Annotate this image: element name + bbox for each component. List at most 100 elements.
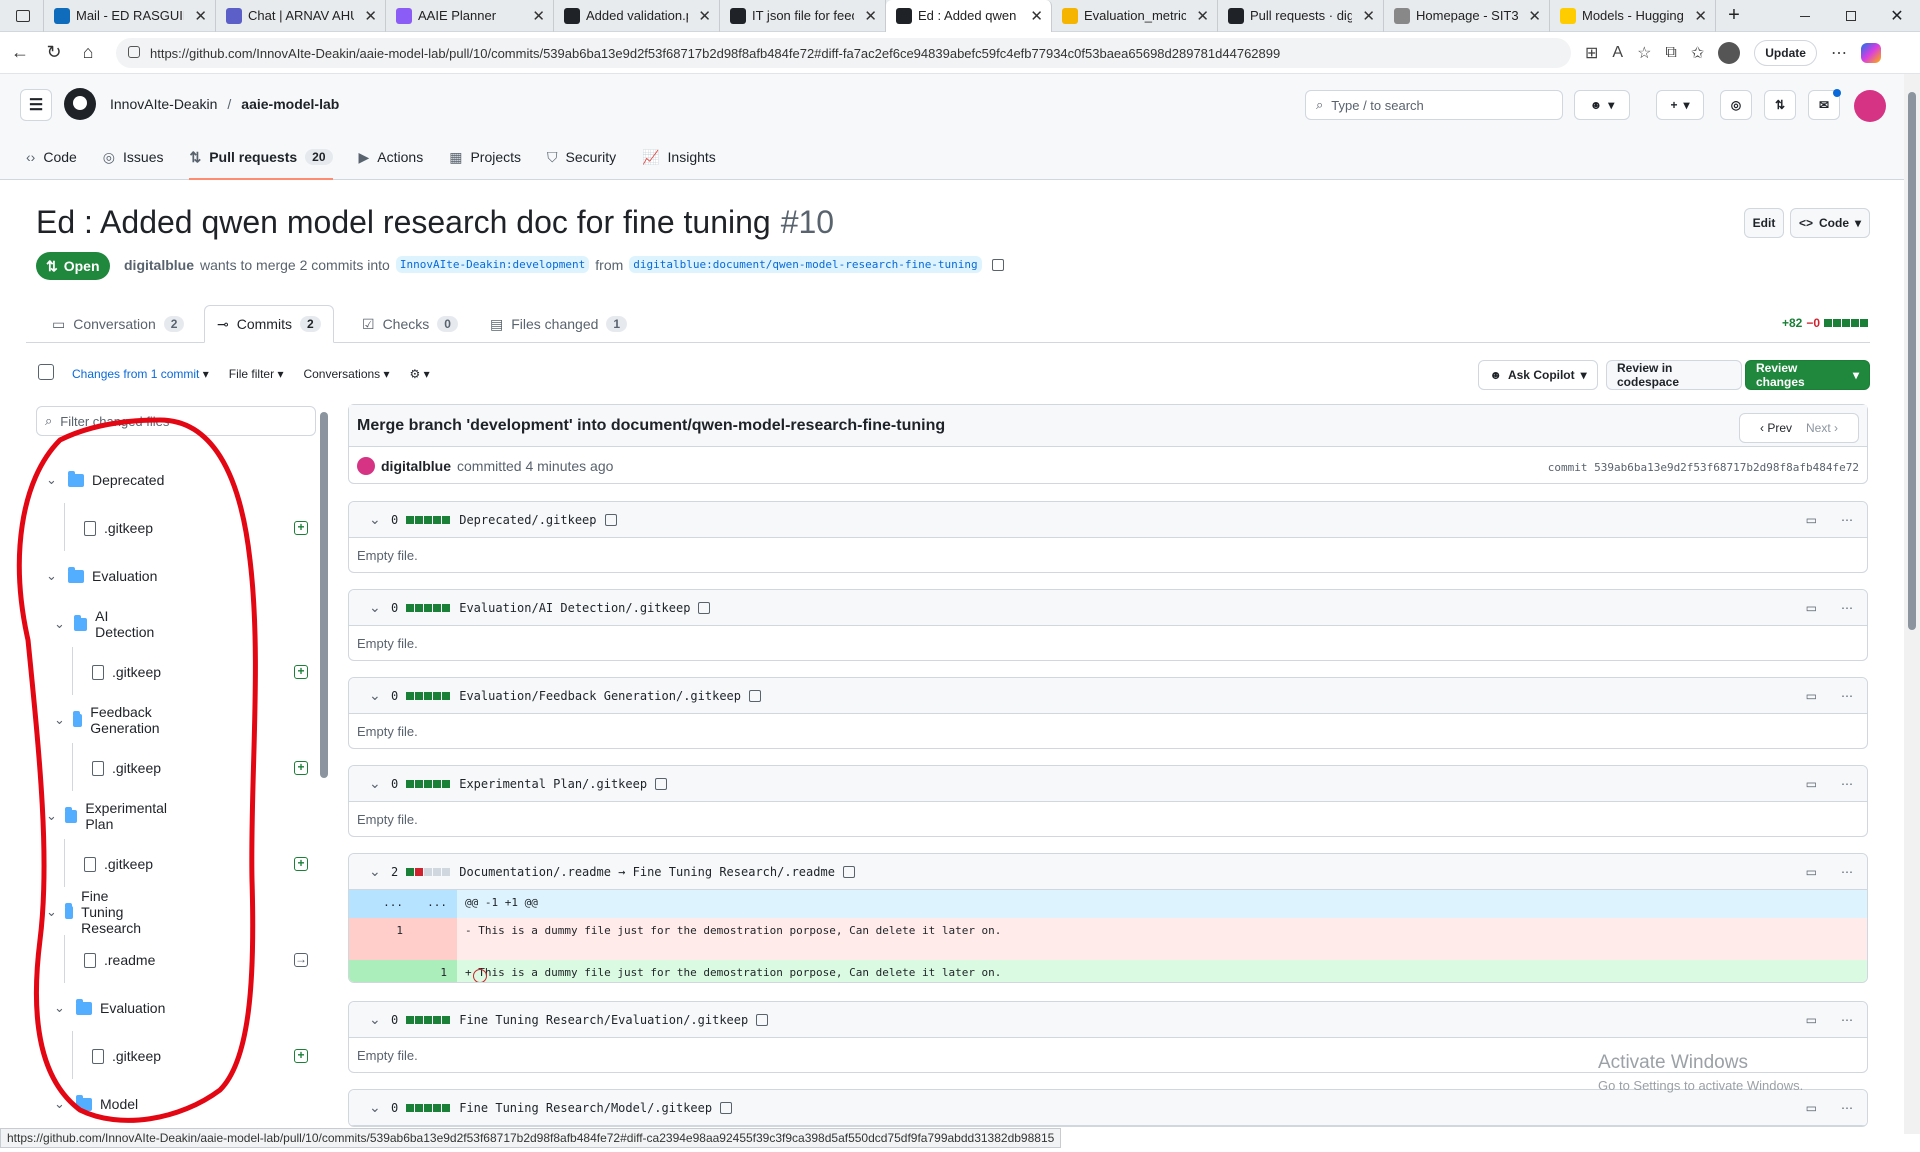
collapse-chevron-icon[interactable]: ⌄ <box>369 1011 383 1028</box>
browser-tab[interactable]: Added validation.py ✕ <box>554 0 720 32</box>
close-tab-icon[interactable]: ✕ <box>698 7 711 25</box>
reload-button[interactable]: ↻ <box>40 39 68 67</box>
comment-icon[interactable]: ▭ <box>1806 513 1817 527</box>
browser-tab[interactable]: Homepage - SIT37 ✕ <box>1384 0 1550 32</box>
close-tab-icon[interactable]: ✕ <box>1030 7 1043 25</box>
filter-files-input[interactable]: ⌕ Filter changed files <box>36 406 316 436</box>
code-dropdown-button[interactable]: <> Code ▾ <box>1790 208 1870 238</box>
diff-file-path[interactable]: Deprecated/.gitkeep <box>459 513 596 527</box>
favorites-icon[interactable]: ✩ <box>1691 43 1704 63</box>
copy-icon[interactable] <box>842 865 855 878</box>
comment-icon[interactable]: ▭ <box>1806 689 1817 703</box>
copy-icon[interactable] <box>749 689 761 702</box>
tree-file[interactable]: .gitkeep <box>84 515 153 541</box>
collapse-chevron-icon[interactable]: ⌄ <box>369 863 383 880</box>
comment-icon[interactable]: ▭ <box>1806 865 1817 879</box>
tab-actions-button[interactable] <box>0 0 44 32</box>
changes-from-dropdown[interactable]: Changes from 1 commit ▾ <box>72 367 209 381</box>
close-tab-icon[interactable]: ✕ <box>532 7 545 25</box>
review-changes-button[interactable]: Review changes ▾ <box>1745 360 1870 390</box>
repo-link[interactable]: aaie-model-lab <box>241 96 339 112</box>
review-in-codespace-button[interactable]: Review in codespace <box>1606 360 1742 390</box>
author-avatar[interactable] <box>357 457 375 475</box>
more-options-icon[interactable]: ⋯ <box>1841 689 1853 703</box>
browser-tab[interactable]: Mail - ED RASGUID ✕ <box>44 0 216 32</box>
tree-folder[interactable]: ⌄ Evaluation <box>54 995 165 1021</box>
commit-author[interactable]: digitalblue <box>381 458 451 474</box>
home-button[interactable]: ⌂ <box>74 39 102 67</box>
collapse-chevron-icon[interactable]: ⌄ <box>369 599 383 616</box>
extensions-icon[interactable]: ⧉ <box>1665 44 1676 62</box>
close-tab-icon[interactable]: ✕ <box>864 7 877 25</box>
comment-icon[interactable]: ▭ <box>1806 1013 1817 1027</box>
nav-code[interactable]: ‹› Code <box>26 134 77 180</box>
copy-icon[interactable] <box>756 1013 769 1026</box>
comment-icon[interactable]: ▭ <box>1806 601 1817 615</box>
github-logo-icon[interactable] <box>64 88 96 120</box>
close-tab-icon[interactable]: ✕ <box>1362 7 1375 25</box>
tree-file[interactable]: .readme <box>84 947 155 973</box>
back-button[interactable]: ← <box>6 39 34 67</box>
read-aloud-icon[interactable]: A <box>1612 44 1623 62</box>
tree-folder[interactable]: ⌄ Feedback Generation <box>54 704 169 736</box>
tree-file[interactable]: .gitkeep <box>84 851 153 877</box>
diff-file-path[interactable]: Fine Tuning Research/Model/.gitkeep <box>459 1101 712 1115</box>
create-new-button[interactable]: + ▾ <box>1656 90 1704 120</box>
diff-file-path[interactable]: Evaluation/Feedback Generation/.gitkeep <box>459 689 741 703</box>
head-branch[interactable]: digitalblue:document/qwen-model-research… <box>629 256 982 273</box>
close-tab-icon[interactable]: ✕ <box>364 7 377 25</box>
more-options-icon[interactable]: ⋯ <box>1841 513 1853 527</box>
diff-file-path[interactable]: Experimental Plan/.gitkeep <box>459 777 647 791</box>
copy-icon[interactable] <box>604 513 617 526</box>
collapse-chevron-icon[interactable]: ⌄ <box>369 775 383 792</box>
commit-sha[interactable]: commit 539ab6ba13e9d2f53f68717b2d98f8afb… <box>1548 461 1859 474</box>
tab-commits[interactable]: ⊸ Commits 2 <box>204 305 334 343</box>
browser-tab[interactable]: IT json file for feedb ✕ <box>720 0 886 32</box>
copilot-icon[interactable] <box>1860 43 1881 63</box>
update-button[interactable]: Update <box>1754 40 1817 66</box>
restore-button[interactable] <box>1828 0 1874 32</box>
tree-folder[interactable]: ⌄ Evaluation <box>46 563 157 589</box>
browser-tab[interactable]: Pull requests · digit ✕ <box>1218 0 1384 32</box>
diff-file-path[interactable]: Fine Tuning Research/Evaluation/.gitkeep <box>459 1013 748 1027</box>
collapse-chevron-icon[interactable]: ⌄ <box>369 687 383 704</box>
close-tab-icon[interactable]: ✕ <box>1196 7 1209 25</box>
comment-icon[interactable]: ▭ <box>1806 777 1817 791</box>
tree-file[interactable]: .gitkeep <box>92 755 161 781</box>
toggle-tree-icon[interactable] <box>38 364 54 380</box>
issues-button[interactable]: ◎ <box>1720 90 1752 120</box>
comment-icon[interactable]: ▭ <box>1806 1101 1817 1115</box>
collapse-chevron-icon[interactable]: ⌄ <box>369 1099 383 1116</box>
search-input[interactable]: ⌕ Type / to search <box>1305 90 1563 120</box>
org-link[interactable]: InnovAIte-Deakin <box>110 96 217 112</box>
nav-insights[interactable]: 📈 Insights <box>642 134 716 180</box>
tree-folder[interactable]: ⌄ Experimental Plan <box>46 800 174 832</box>
base-branch[interactable]: InnovAIte-Deakin:development <box>395 256 590 273</box>
tree-folder[interactable]: ⌄ Model <box>54 1091 138 1117</box>
copy-icon[interactable] <box>655 777 668 790</box>
nav-security[interactable]: ⛉ Security <box>547 134 616 180</box>
browser-tab[interactable]: Models - Hugging ✕ <box>1550 0 1716 32</box>
ask-copilot-button[interactable]: ☻ Ask Copilot ▾ <box>1478 360 1598 390</box>
browser-tab[interactable]: AAIE Planner ✕ <box>386 0 554 32</box>
browser-tab[interactable]: Chat | ARNAV AHU ✕ <box>216 0 386 32</box>
close-tab-icon[interactable]: ✕ <box>1694 7 1707 25</box>
close-tab-icon[interactable]: ✕ <box>194 7 207 25</box>
minimize-button[interactable] <box>1782 0 1828 32</box>
more-options-icon[interactable]: ⋯ <box>1841 777 1853 791</box>
copy-icon[interactable] <box>698 601 711 614</box>
app-icon[interactable]: ⊞ <box>1585 43 1598 63</box>
tab-files-changed[interactable]: ▤ Files changed 1 <box>478 305 639 343</box>
more-options-icon[interactable]: ⋯ <box>1841 1101 1853 1115</box>
tab-conversation[interactable]: ▭ Conversation 2 <box>40 305 196 343</box>
tree-file[interactable]: .gitkeep <box>92 659 161 685</box>
pull-requests-button[interactable]: ⇅ <box>1764 90 1796 120</box>
nav-actions[interactable]: ▶ Actions <box>359 134 424 180</box>
nav-issues[interactable]: ◎ Issues <box>103 134 164 180</box>
more-icon[interactable]: ⋯ <box>1831 43 1847 63</box>
conversations-dropdown[interactable]: Conversations ▾ <box>303 367 389 381</box>
more-options-icon[interactable]: ⋯ <box>1841 601 1853 615</box>
tree-folder[interactable]: ⌄ Deprecated <box>46 467 164 493</box>
tree-folder[interactable]: ⌄ Fine Tuning Research <box>46 888 152 936</box>
url-field[interactable]: https://github.com/InnovAIte-Deakin/aaie… <box>116 38 1571 68</box>
